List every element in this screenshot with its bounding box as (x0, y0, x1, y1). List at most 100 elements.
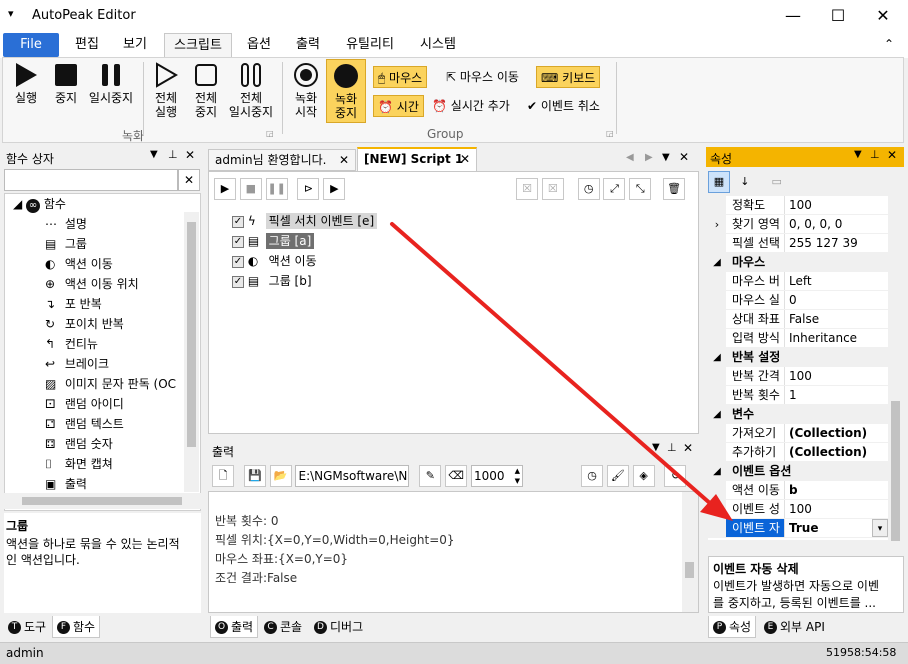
function-item[interactable]: ↰ 컨티뉴 (5, 334, 200, 354)
pin-icon[interactable]: ⊥ (667, 441, 677, 454)
step-next-button[interactable]: ▶ (323, 178, 346, 200)
menu-output[interactable]: 출력 (287, 33, 329, 57)
maximize-button[interactable]: ☐ (815, 0, 861, 32)
node-checkbox[interactable]: ✓ (232, 255, 244, 268)
panel-dropdown-icon[interactable]: ▼ (150, 149, 158, 160)
function-item[interactable]: ▤ 그룹 (5, 234, 200, 254)
tab-close-icon[interactable]: ✕ (460, 149, 470, 169)
collapse-icon[interactable]: ◢ (708, 348, 726, 366)
pin-icon[interactable]: ⊥ (168, 148, 178, 161)
property-row[interactable]: 마우스 실 0 (708, 291, 888, 310)
record-stop-button[interactable]: 녹화 중지 (326, 59, 366, 123)
launcher-icon[interactable]: ◲ (606, 129, 614, 138)
pause-all-button[interactable]: 전체 일시중지 (226, 62, 276, 119)
property-row[interactable]: 입력 방식 Inheritance (708, 329, 888, 348)
trash-button[interactable]: 🗑 (663, 178, 686, 200)
collapse-all-button[interactable]: ⤡ (629, 178, 652, 200)
stop-button[interactable]: 중지 (48, 62, 84, 105)
node-checkbox[interactable]: ✓ (232, 275, 244, 288)
menu-edit[interactable]: 편집 (66, 33, 108, 57)
property-row[interactable]: › 찾기 영역 0, 0, 0, 0 (708, 215, 888, 234)
tab-debug[interactable]: D 디버그 (310, 616, 367, 638)
function-tree-hscrollbar[interactable] (4, 493, 201, 509)
function-item[interactable]: ⋯ 설명 (5, 214, 200, 234)
editor-run-button[interactable]: ▶ (214, 178, 236, 200)
tab-functions[interactable]: F 함수 (52, 616, 101, 638)
property-value[interactable]: 100 (784, 367, 888, 385)
script-node[interactable]: ✓ ▤ 그룹 [b] (232, 271, 532, 291)
property-value[interactable]: 255 127 39 (784, 234, 888, 252)
tab-console[interactable]: C 콘솔 (260, 616, 306, 638)
brush-button[interactable]: 🖌 (606, 465, 629, 487)
refresh-button[interactable]: ↻ (664, 465, 687, 487)
function-item[interactable]: ↴ 포 반복 (5, 294, 200, 314)
property-row[interactable]: 정확도 100 (708, 196, 888, 215)
panel-dropdown-icon[interactable]: ▼ (652, 442, 660, 453)
clock-button[interactable]: ◷ (581, 465, 603, 487)
property-category[interactable]: ◢ 마우스 (708, 253, 888, 272)
property-value[interactable]: Left (784, 272, 888, 290)
new-output-button[interactable]: 🗋 (212, 465, 234, 487)
editor-close-icon[interactable]: ✕ (679, 150, 689, 164)
function-item[interactable]: ⊕ 액션 이동 위치 (5, 274, 200, 294)
panel-dropdown-icon[interactable]: ▼ (854, 149, 862, 160)
node-checkbox[interactable]: ✓ (232, 235, 244, 248)
function-item[interactable]: ↩ 브레이크 (5, 354, 200, 374)
property-value[interactable]: (Collection) (784, 443, 888, 461)
minimize-button[interactable]: — (770, 0, 816, 32)
property-row[interactable]: 액션 이동 b (708, 481, 888, 500)
property-row[interactable]: 픽셀 선택 255 127 39 (708, 234, 888, 253)
time-toggle[interactable]: ⏰ 시간 (373, 95, 424, 117)
property-row[interactable]: 마우스 버 Left (708, 272, 888, 291)
node-checkbox[interactable]: ✓ (232, 215, 244, 228)
eraser-button[interactable]: ⌫ (445, 465, 468, 487)
output-log[interactable]: 반복 횟수: 0 픽셀 위치:{X=0,Y=0,Width=0,Height=0}… (208, 491, 699, 613)
mouse-move-toggle[interactable]: ⇱ 마우스 이동 (442, 66, 523, 88)
panel-close-icon[interactable]: ✕ (683, 441, 693, 455)
property-row[interactable]: 가져오기 (Collection) (708, 424, 888, 443)
editor-pause-button[interactable]: ❚❚ (265, 178, 288, 200)
collapse-icon[interactable]: ◢ (708, 253, 726, 271)
run-button[interactable]: 실행 (8, 62, 44, 105)
property-category[interactable]: ◢ 반복 설정 (708, 348, 888, 367)
tab-close-icon[interactable]: ✕ (339, 150, 349, 170)
file-menu[interactable]: File (3, 33, 59, 57)
collapse-icon[interactable]: ◢ (708, 462, 726, 480)
alphabetical-sort-button[interactable]: ↓ (734, 172, 756, 194)
script-node[interactable]: ✓ ▤ 그룹 [a] (232, 231, 532, 251)
collapse-icon[interactable]: ◢ (708, 405, 726, 423)
panel-close-icon[interactable]: ✕ (887, 148, 897, 162)
step-run-button[interactable]: ⊳ (297, 178, 320, 200)
delete-disabled-button[interactable]: ☒ (516, 178, 538, 200)
property-value[interactable]: True (784, 519, 872, 537)
collapse-ribbon-icon[interactable]: ⌃ (884, 37, 894, 51)
function-item[interactable]: ↻ 포이치 반복 (5, 314, 200, 334)
editor-stop-button[interactable]: ■ (239, 178, 262, 200)
cancel-event-button[interactable]: ✔ 이벤트 취소 (523, 95, 604, 117)
property-value[interactable]: 0 (784, 291, 888, 309)
function-item[interactable]: ⚀ 랜덤 아이디 (5, 394, 200, 414)
launcher-icon[interactable]: ◲ (266, 129, 274, 138)
function-item[interactable]: ⌷ 화면 캡쳐 (5, 454, 200, 474)
delete-all-disabled-button[interactable]: ☒ (541, 178, 564, 200)
property-category[interactable]: ◢ 이벤트 옵션 (708, 462, 888, 481)
tab-scroll-right-icon[interactable]: ▶ (645, 152, 653, 163)
property-value[interactable]: False (784, 310, 888, 328)
property-value[interactable]: 100 (784, 500, 888, 518)
record-start-button[interactable]: 녹화 시작 (288, 62, 324, 119)
property-row[interactable]: 이벤트 성 100 (708, 500, 888, 519)
property-value[interactable]: 1 (784, 386, 888, 404)
property-value[interactable]: Inheritance (784, 329, 888, 347)
property-row[interactable]: 반복 간격 100 (708, 367, 888, 386)
menu-options[interactable]: 옵션 (238, 33, 280, 57)
expand-all-button[interactable]: ⤢ (603, 178, 626, 200)
pin-icon[interactable]: ⊥ (870, 148, 880, 161)
tab-scroll-left-icon[interactable]: ◀ (626, 152, 634, 163)
close-button[interactable]: ✕ (860, 0, 906, 32)
expand-icon[interactable]: › (708, 215, 726, 233)
add-realtime-button[interactable]: ⏰ 실시간 추가 (428, 95, 514, 117)
tab-tools[interactable]: T 도구 (4, 616, 50, 638)
property-value[interactable]: 0, 0, 0, 0 (784, 215, 888, 233)
keyboard-toggle[interactable]: ⌨ 키보드 (536, 66, 601, 88)
search-clear-button[interactable]: ✕ (178, 169, 200, 191)
